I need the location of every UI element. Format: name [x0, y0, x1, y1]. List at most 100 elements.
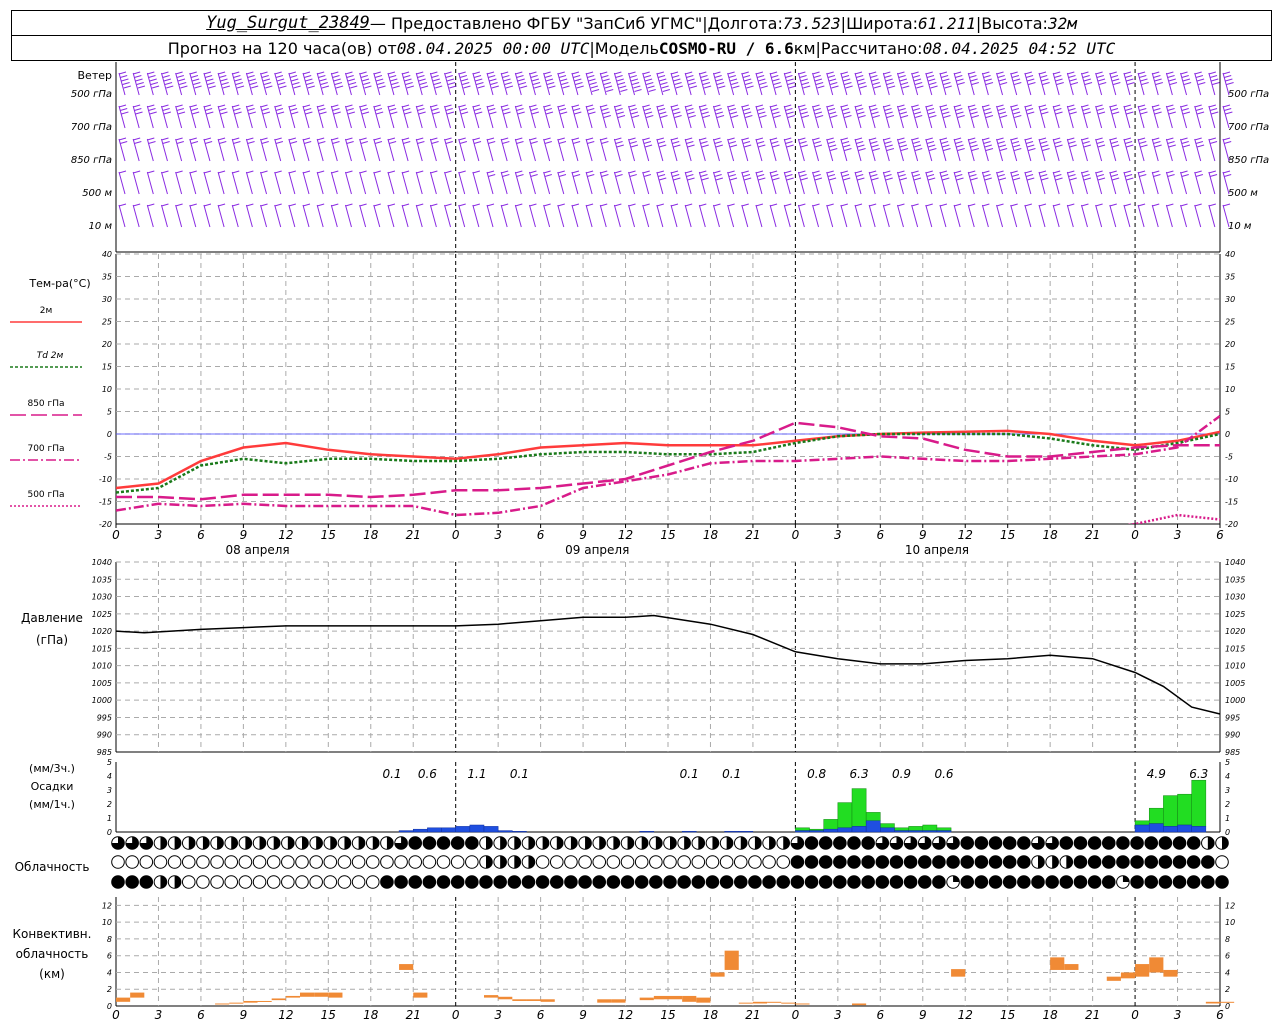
wind-barb-feather	[982, 170, 990, 174]
wind-barb-feather	[488, 75, 496, 78]
cloud-fill-part	[217, 836, 224, 850]
wind-barb	[401, 137, 411, 162]
wind-barb-feather	[262, 78, 271, 82]
cloud-cover-symbol	[139, 875, 154, 889]
wind-barb-feather	[769, 137, 778, 141]
wind-barb-feather	[634, 89, 642, 92]
cloud-cover-symbol	[549, 855, 564, 869]
wind-barb-feather	[1067, 71, 1075, 75]
wind-barb-feather	[956, 177, 964, 181]
wind-barb	[514, 203, 523, 228]
wind-barb	[939, 71, 952, 96]
wind-barb-feather	[1095, 203, 1103, 207]
wind-barb-feather	[656, 170, 664, 174]
wind-barb	[245, 170, 254, 195]
cloud-fill-full	[663, 875, 677, 889]
wind-level-label-right: 850 гПа	[1228, 155, 1269, 166]
wind-barb-feather	[1123, 137, 1132, 141]
wind-barb-feather	[1038, 104, 1047, 108]
wind-barb-feather	[248, 78, 256, 82]
wind-barb-feather	[373, 71, 381, 75]
wind-barb	[330, 170, 339, 195]
cloud-fill-full	[946, 855, 960, 869]
wind-barb	[514, 137, 524, 162]
wind-barb-feather	[826, 203, 834, 207]
wind-barb-feather	[373, 104, 381, 108]
wind-barb-feather	[841, 141, 850, 144]
wind-barb-feather	[702, 115, 711, 118]
cloud-cover-symbol	[988, 875, 1003, 889]
conv-tick-left: 10	[102, 918, 112, 927]
conv-bar	[710, 972, 725, 977]
wind-barb	[981, 71, 994, 96]
cloud-cover-symbol	[1144, 875, 1159, 889]
precip-bar-blue	[894, 830, 909, 833]
wind-barb-feather	[1053, 137, 1061, 141]
wind-barb	[118, 203, 127, 228]
wind-barb-feather	[360, 75, 368, 78]
cloud-fill-part	[1052, 855, 1059, 869]
wind-barb-feather	[1123, 71, 1132, 75]
wind-barb-feather	[841, 174, 850, 177]
wind-barb-staff	[769, 204, 777, 228]
wind-barb-feather	[1027, 177, 1035, 181]
cloud-cover-symbol	[1116, 855, 1130, 869]
wind-barb	[571, 203, 580, 228]
wind-barb-feather	[912, 141, 920, 144]
wind-barb-feather	[718, 85, 726, 89]
wind-barb-feather	[840, 71, 848, 75]
conv-bar	[639, 997, 654, 1001]
cloud-fill-full	[890, 855, 903, 869]
wind-barb-feather	[1194, 203, 1202, 207]
wind-barb-feather	[998, 177, 1007, 181]
wind-barb-feather	[491, 85, 499, 89]
pres-tick-left: 985	[97, 748, 112, 757]
wind-barb-feather	[787, 115, 795, 118]
wind-barb	[500, 104, 511, 129]
wind-barb-feather	[477, 85, 485, 89]
conv-bar	[752, 1001, 768, 1004]
wind-barb-feather	[1224, 108, 1232, 111]
cloud-cover-symbol	[153, 875, 168, 889]
wind-barb-feather	[501, 137, 509, 141]
cloud-fill-full	[677, 875, 691, 889]
temp-tick-right: 0	[1225, 430, 1230, 439]
temp-tick-left: 5	[107, 408, 112, 417]
cloud-fill-part	[259, 836, 266, 850]
wind-barb-feather	[885, 144, 893, 148]
wind-barb-feather	[656, 71, 664, 75]
wind-barb-feather	[305, 111, 313, 115]
wind-barb-feather	[1123, 104, 1132, 108]
wind-barb	[274, 203, 282, 228]
wind-barb-staff	[344, 204, 352, 228]
wind-barb-feather	[302, 203, 311, 207]
wind-barb-feather	[953, 170, 962, 174]
wind-barb-feather	[232, 137, 240, 141]
wind-barb-feather	[543, 170, 551, 174]
wind-barb	[274, 170, 282, 195]
precip-bar-green	[922, 824, 938, 831]
wind-barb-staff	[189, 204, 197, 228]
wind-barb-feather	[587, 174, 595, 177]
wind-barb-feather	[772, 177, 780, 181]
wind-barb-feather	[502, 141, 510, 144]
wind-barb-feather	[430, 203, 438, 207]
wind-barb-feather	[786, 78, 794, 82]
wind-barb-feather	[346, 108, 354, 111]
precip-total-label: 0.6	[934, 767, 953, 781]
cloud-fill-full	[734, 875, 748, 889]
cloud-fill-full	[890, 875, 903, 889]
cloud-cover-symbol	[549, 836, 564, 850]
wind-barb-feather	[360, 108, 368, 111]
conv-bar	[328, 992, 343, 998]
wind-barb-feather	[1112, 177, 1120, 181]
cloud-fill-full	[522, 875, 535, 889]
wind-barb	[684, 104, 696, 129]
cloud-fill-full	[465, 875, 479, 889]
wind-barb	[826, 170, 837, 195]
wind-barb-feather	[1208, 71, 1216, 75]
wind-barb-feather	[897, 203, 905, 207]
wind-barb-feather	[473, 75, 482, 78]
wind-barb-feather	[741, 170, 749, 174]
wind-barb-feather	[444, 170, 452, 174]
